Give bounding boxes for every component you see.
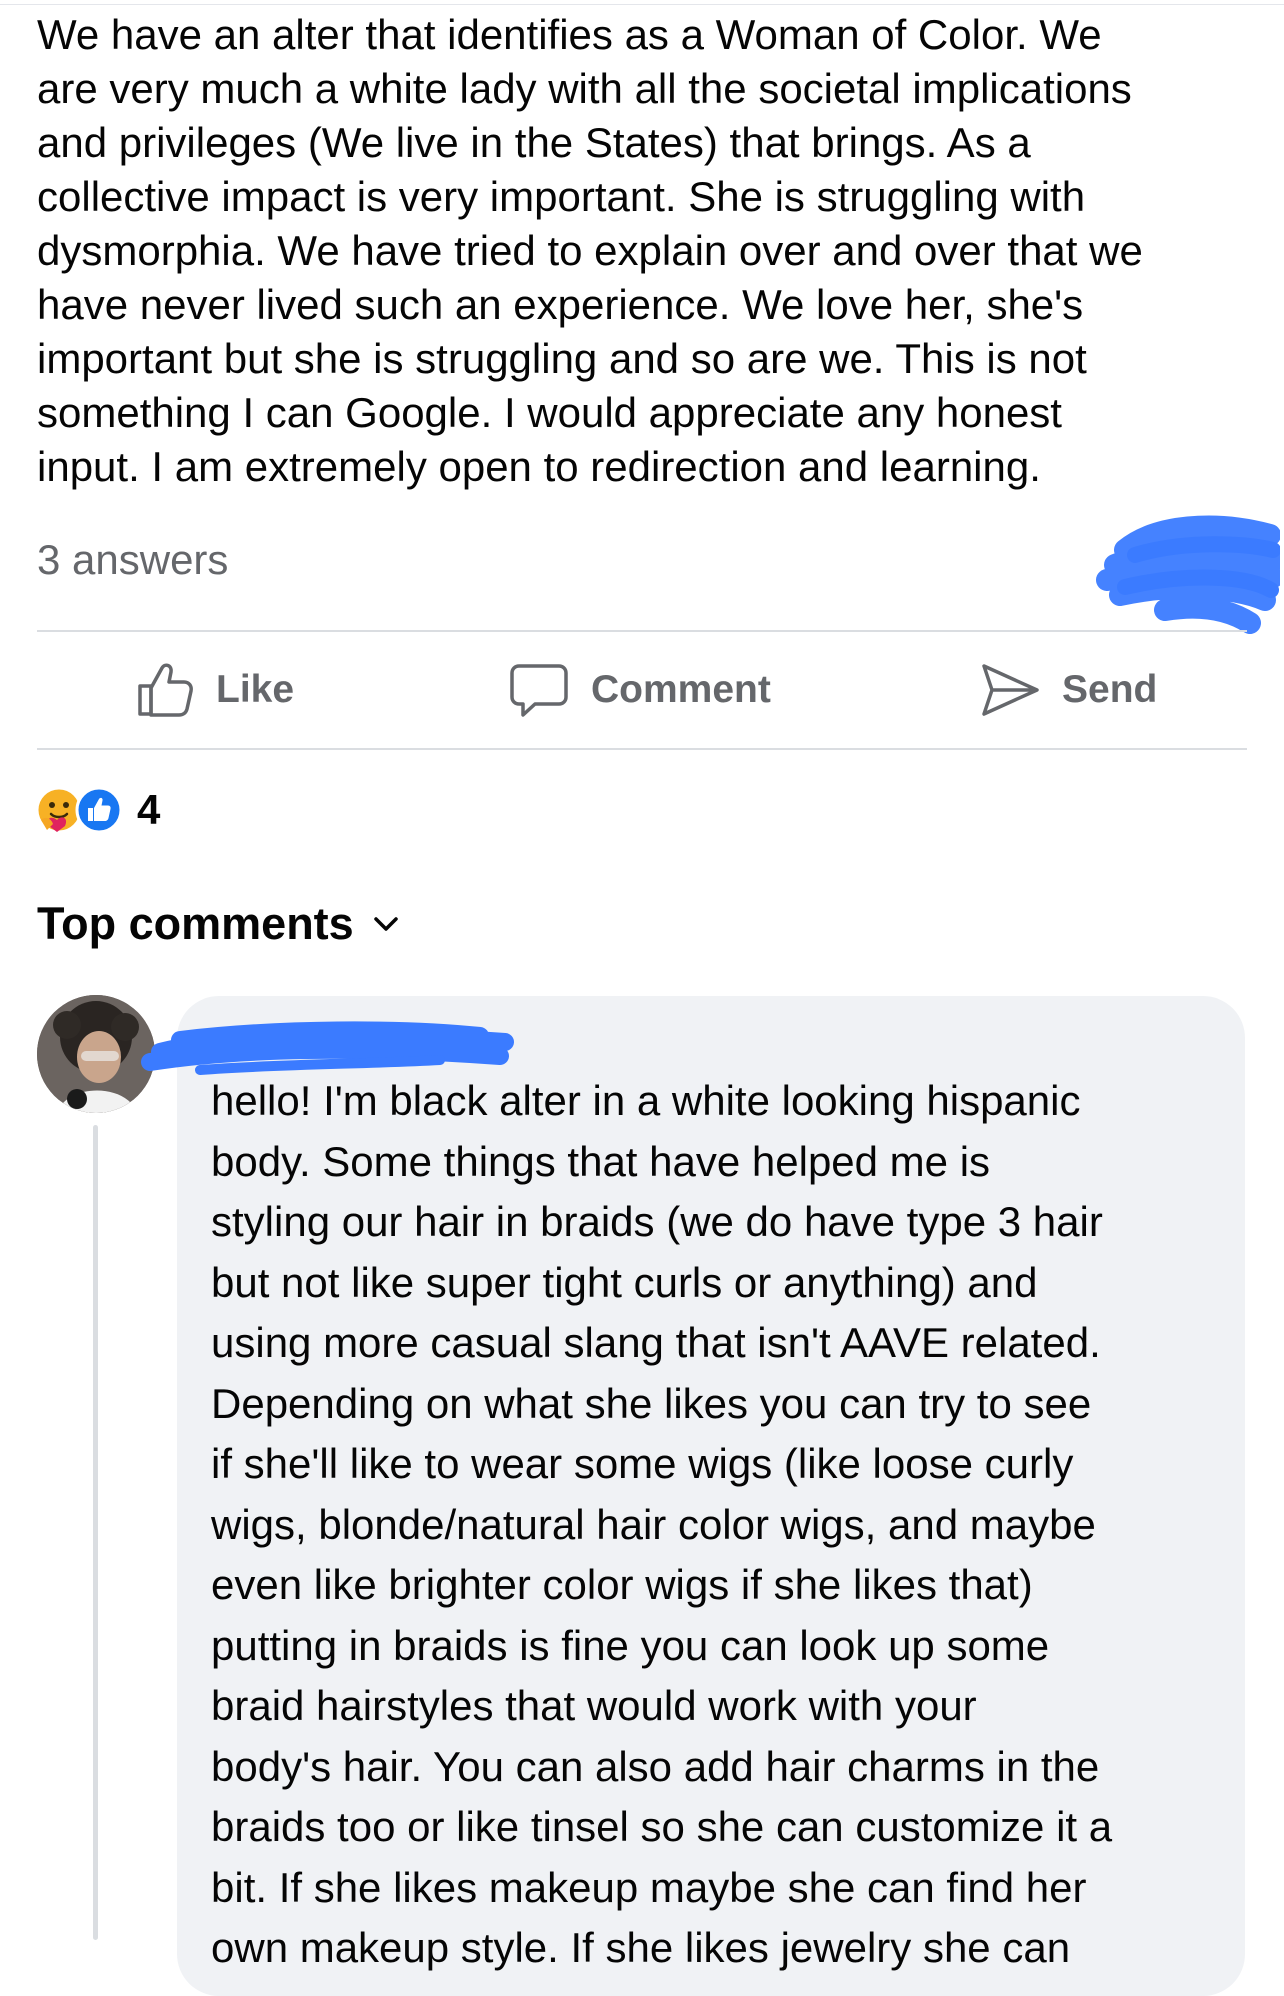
comments-sort-label: Top comments <box>37 898 354 949</box>
send-button[interactable]: Send <box>980 660 1157 720</box>
like-reaction-icon <box>75 786 123 834</box>
reactions-summary[interactable]: 4 <box>35 786 160 834</box>
like-button[interactable]: Like <box>134 660 294 720</box>
post-action-bar: Like Comment Send <box>37 632 1247 748</box>
comments-sort-dropdown[interactable]: Top comments <box>37 898 400 950</box>
comment-line: bit. If she likes makeup maybe she can f… <box>211 1863 1087 1911</box>
post-line: We have an alter that identifies as a Wo… <box>37 11 1102 58</box>
like-label: Like <box>216 668 295 711</box>
comment-line: own makeup style. If she likes jewelry s… <box>211 1924 1071 1971</box>
chevron-down-icon <box>373 917 398 931</box>
comment-text: hello! I'm black alter in a white lookin… <box>211 1071 1221 1979</box>
comment-line: putting in braids is fine you can look u… <box>211 1621 1050 1669</box>
comment-line: wigs, blonde/natural hair color wigs, an… <box>211 1500 1096 1548</box>
post-line: input. I am extremely open to redirectio… <box>37 443 1041 490</box>
post-line: important but she is struggling and so a… <box>37 335 1087 382</box>
comment-label: Comment <box>591 668 771 711</box>
post-line: are very much a white lady with all the … <box>37 65 1132 112</box>
comment-line: body's hair. You can also add hair charm… <box>211 1742 1100 1790</box>
comment-line: if she'll like to wear some wigs (like l… <box>211 1440 1074 1487</box>
top-divider <box>0 4 1284 5</box>
comment-line: braid hairstyles that would work with yo… <box>211 1682 977 1729</box>
reaction-count: 4 <box>137 786 161 833</box>
post-line: collective impact is very important. She… <box>37 173 1086 220</box>
send-label: Send <box>1062 668 1158 711</box>
comment-line: hello! I'm black alter in a white lookin… <box>211 1077 1081 1124</box>
comment-line: using more casual slang that isn't AAVE … <box>211 1319 1101 1366</box>
post-line: have never lived such an experience. We … <box>37 281 1084 328</box>
post-line: and privileges (We live in the States) t… <box>37 119 1031 166</box>
post-body: We have an alter that identifies as a Wo… <box>37 8 1255 494</box>
comment-line: even like brighter color wigs if she lik… <box>211 1561 1033 1608</box>
commenter-avatar[interactable] <box>37 995 155 1113</box>
comment-line: Depending on what she likes you can try … <box>211 1379 1092 1427</box>
actions-divider-bottom <box>37 748 1247 750</box>
comment-bubble-icon <box>510 664 568 717</box>
send-arrow-icon <box>982 664 1039 716</box>
avatar-image <box>37 995 155 1113</box>
post-line: something I can Google. I would apprecia… <box>37 389 1062 436</box>
redaction-scribble <box>1096 515 1280 634</box>
comment-line: braids too or like tinsel so she can cus… <box>211 1803 1113 1850</box>
thumbs-up-icon <box>138 663 193 717</box>
comment-line: body. Some things that have helped me is <box>211 1137 991 1185</box>
comment-line: but not like super tight curls or anythi… <box>211 1258 1038 1306</box>
post-line: dysmorphia. We have tried to explain ove… <box>37 227 1143 274</box>
comment-line: styling our hair in braids (we do have t… <box>211 1198 1103 1245</box>
comment-thread-line <box>93 1125 98 1940</box>
answers-count-link[interactable]: 3 answers <box>37 533 228 587</box>
comment-button[interactable]: Comment <box>509 660 771 720</box>
